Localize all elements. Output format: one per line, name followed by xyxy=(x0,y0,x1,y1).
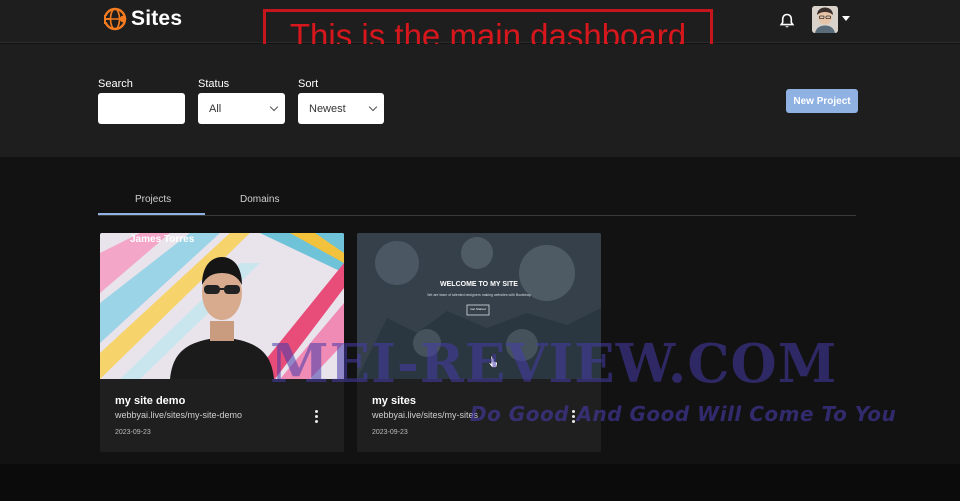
chevron-down-icon xyxy=(269,102,279,112)
project-url[interactable]: webbyai.live/sites/my-sites xyxy=(372,410,478,420)
tab-domains[interactable]: Domains xyxy=(240,194,279,205)
tab-projects[interactable]: Projects xyxy=(135,194,171,205)
logo-text: Sites xyxy=(131,7,183,30)
logo-globe-icon xyxy=(103,7,127,31)
status-select-value: All xyxy=(209,103,222,115)
project-date: 2023-09-23 xyxy=(372,429,408,436)
status-label: Status xyxy=(198,78,230,90)
project-title[interactable]: my site demo xyxy=(115,395,185,407)
user-avatar[interactable] xyxy=(812,6,838,33)
filter-bar: Search Status All Sort Newest New Projec… xyxy=(0,44,960,157)
search-input[interactable] xyxy=(98,93,185,124)
thumbnail-heading: James Torres xyxy=(130,234,195,245)
project-date: 2023-09-23 xyxy=(115,429,151,436)
watermark-title: MEI-REVIEW.COM xyxy=(270,333,838,395)
thumbnail-heading: WELCOME TO MY SITE xyxy=(440,281,518,288)
project-title[interactable]: my sites xyxy=(372,395,416,407)
status-select[interactable]: All xyxy=(198,93,285,124)
bell-icon[interactable] xyxy=(778,12,796,30)
caret-down-icon[interactable] xyxy=(842,16,850,21)
watermark-tagline: Do Good And Good Will Come To You xyxy=(470,402,897,426)
search-label: Search xyxy=(98,78,133,90)
project-url[interactable]: webbyai.live/sites/my-site-demo xyxy=(115,410,242,420)
sort-select-value: Newest xyxy=(309,103,346,115)
more-options-icon[interactable] xyxy=(314,410,318,423)
page-footer xyxy=(0,464,960,501)
new-project-button[interactable]: New Project xyxy=(786,89,858,113)
thumbnail-subtext: We are team of talented designers making… xyxy=(427,293,531,297)
sort-label: Sort xyxy=(298,78,319,90)
thumbnail-button: Get Started xyxy=(470,307,486,311)
app-logo[interactable]: Sites xyxy=(103,7,182,31)
tab-active-indicator xyxy=(98,213,205,215)
tab-divider xyxy=(98,215,856,216)
chevron-down-icon xyxy=(368,102,378,112)
sort-select[interactable]: Newest xyxy=(298,93,384,124)
